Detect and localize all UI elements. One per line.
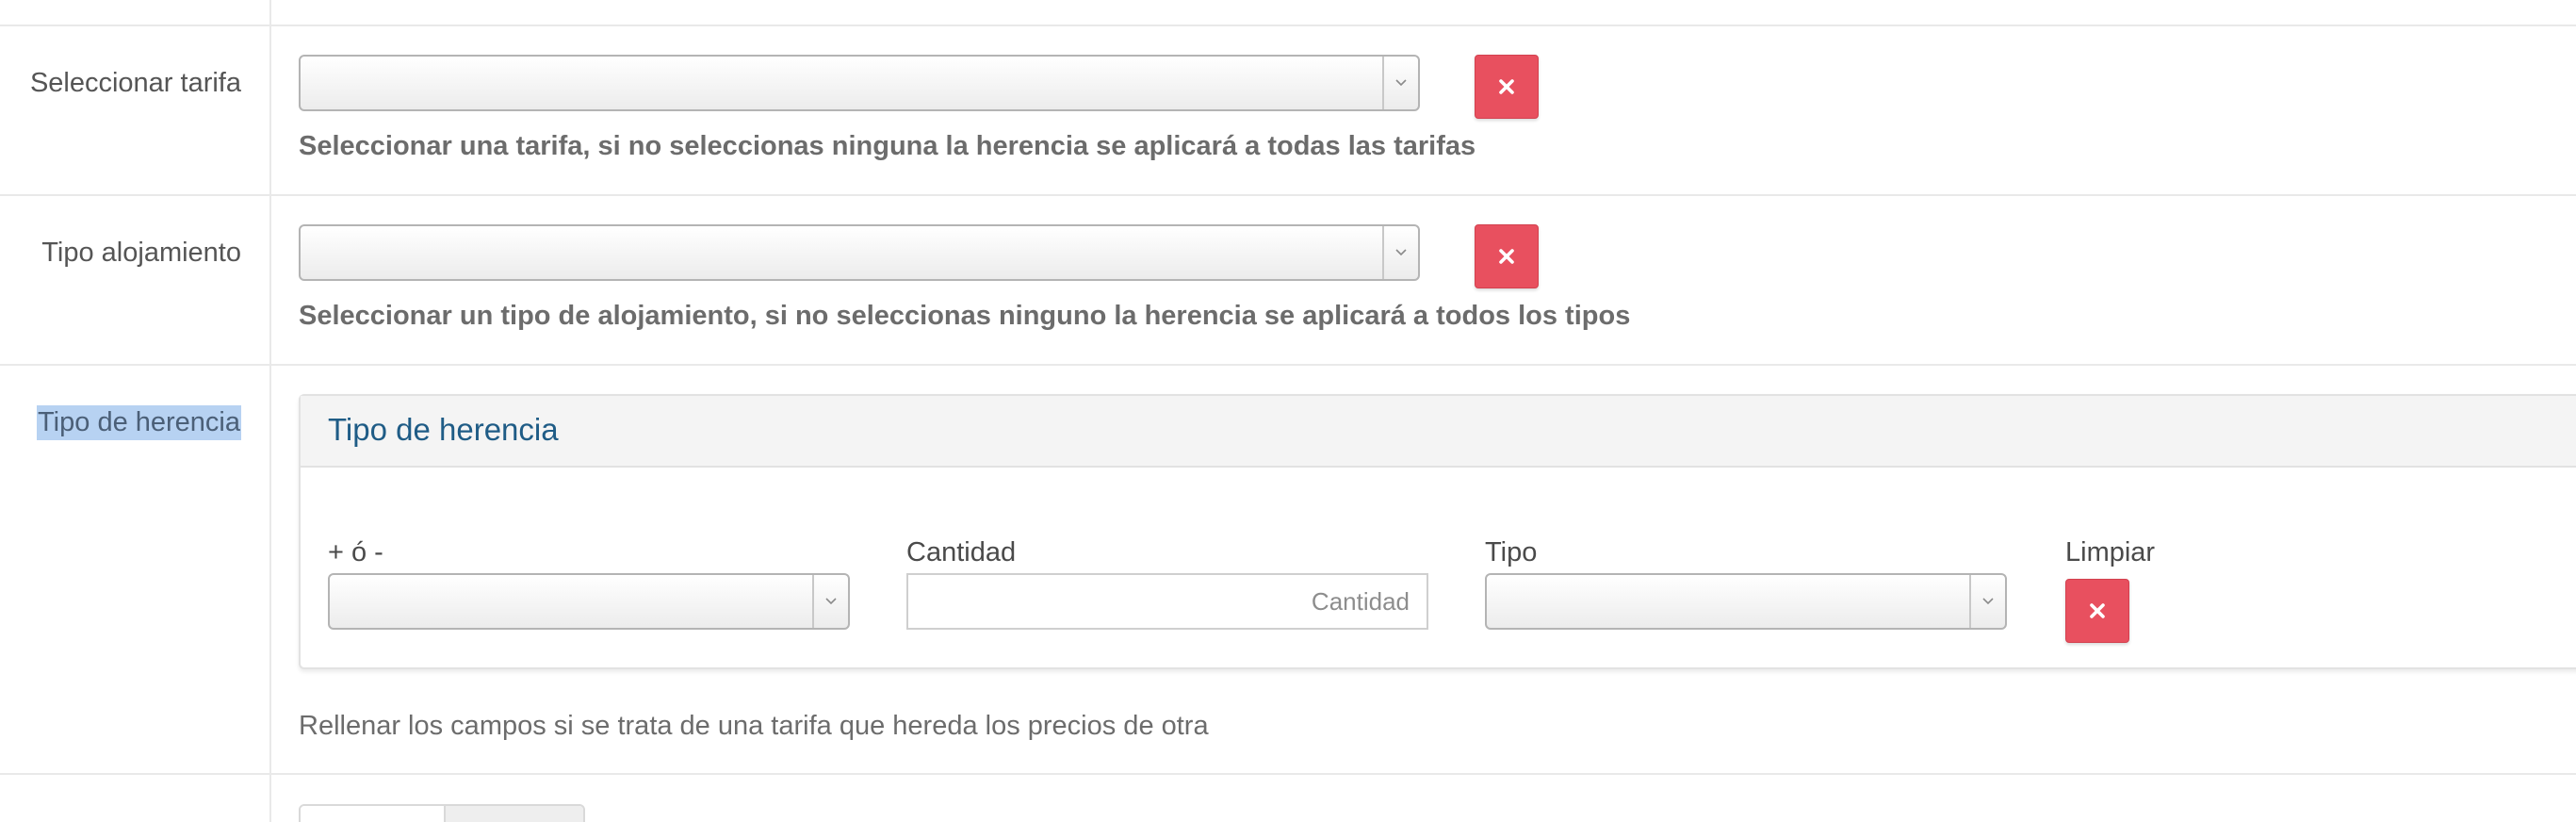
alojamiento-label: Tipo alojamiento	[41, 238, 241, 268]
times-icon	[1499, 79, 1514, 94]
sign-label: + ó -	[328, 537, 383, 567]
herencia-label: Tipo de herencia	[37, 405, 241, 440]
alojamiento-help-text: Seleccionar un tipo de alojamiento, si n…	[299, 301, 1631, 331]
panel-title: Tipo de herencia	[328, 412, 559, 447]
row-separator	[0, 364, 2576, 366]
toggle-option[interactable]	[301, 806, 444, 822]
chevron-down-icon	[812, 575, 848, 628]
cantidad-label: Cantidad	[906, 537, 1017, 567]
chevron-down-icon	[1382, 226, 1418, 279]
tipo-label: Tipo	[1485, 537, 1538, 567]
label-column-divider	[269, 0, 271, 822]
times-icon	[1499, 249, 1514, 264]
cantidad-input[interactable]	[906, 573, 1428, 630]
toggle-option[interactable]	[444, 806, 583, 822]
clear-alojamiento-button[interactable]	[1475, 224, 1539, 288]
herencia-panel: Tipo de herencia + ó - Cantidad Tipo Lim…	[299, 394, 2576, 669]
tarifa-help-text: Seleccionar una tarifa, si no selecciona…	[299, 131, 1476, 161]
panel-heading: Tipo de herencia	[301, 396, 2576, 468]
toggle-switch[interactable]	[299, 804, 585, 822]
limpiar-label: Limpiar	[2065, 537, 2156, 567]
limpiar-button[interactable]	[2065, 579, 2129, 643]
sign-select[interactable]	[328, 573, 850, 630]
tarifa-select[interactable]	[299, 55, 1420, 111]
row-separator	[0, 194, 2576, 196]
times-icon	[2090, 603, 2105, 618]
row-separator	[0, 25, 2576, 26]
form-page: Seleccionar tarifa Seleccionar una tarif…	[0, 0, 2576, 822]
tarifa-label: Seleccionar tarifa	[29, 68, 241, 98]
herencia-help-text: Rellenar los campos si se trata de una t…	[299, 711, 1209, 741]
chevron-down-icon	[1969, 575, 2005, 628]
tipo-select[interactable]	[1485, 573, 2007, 630]
chevron-down-icon	[1382, 57, 1418, 109]
alojamiento-select[interactable]	[299, 224, 1420, 281]
row-separator	[0, 773, 2576, 775]
clear-tarifa-button[interactable]	[1475, 55, 1539, 119]
